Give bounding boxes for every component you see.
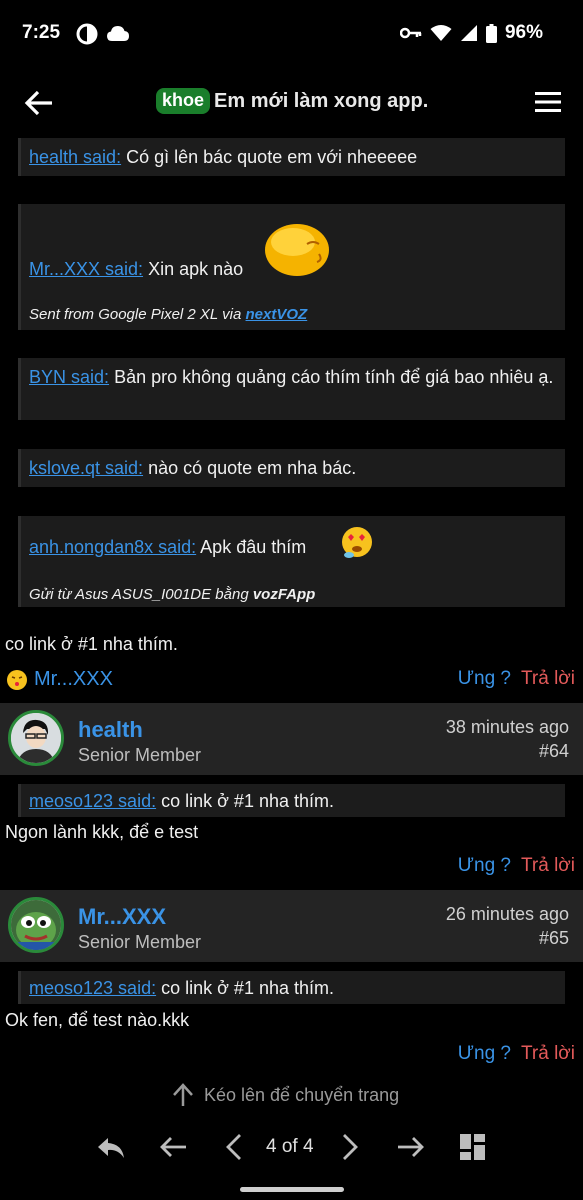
quote-block: meoso123 said: co link ở #1 nha thím. <box>18 784 565 817</box>
circle-half-icon <box>76 23 98 45</box>
status-bar: 7:25 96% <box>0 0 583 68</box>
vpn-key-icon <box>399 26 422 40</box>
pull-hint-text: Kéo lên để chuyển trang <box>204 1084 400 1105</box>
menu-button[interactable] <box>535 91 561 113</box>
quote-author-link[interactable]: BYN said: <box>29 367 109 387</box>
chevron-left-icon <box>226 1134 241 1160</box>
post-timestamp: 26 minutes ago <box>445 904 569 924</box>
page-navigation-bar: 4 of 4 <box>0 1124 583 1168</box>
chevron-right-icon <box>343 1134 358 1160</box>
battery-icon <box>485 23 497 43</box>
reply-button[interactable]: Trả lời <box>521 1043 575 1065</box>
quote-author-link[interactable]: Mr...XXX said: <box>29 259 143 279</box>
quote-block: BYN said: Bản pro không quảng cáo thím t… <box>18 358 565 420</box>
cloud-icon <box>106 25 130 43</box>
status-right-icons: 96% <box>399 22 543 44</box>
quote-author-link[interactable]: meoso123 said: <box>29 978 156 998</box>
last-page-button[interactable] <box>394 1130 428 1164</box>
post-header: health Senior Member 38 minutes ago #64 <box>0 703 583 775</box>
post-actions: Ưng ? Trả lời <box>458 668 575 690</box>
back-button[interactable] <box>22 86 56 120</box>
quote-text: Bản pro không quảng cáo thím tính để giá… <box>114 367 554 387</box>
signature-app-name: vozFApp <box>252 586 316 603</box>
like-button[interactable]: Ưng ? <box>458 668 511 690</box>
post-username[interactable]: health <box>78 717 143 743</box>
post-body-text: co link ở #1 nha thím. <box>5 634 178 654</box>
reaction-user[interactable]: Mr...XXX <box>34 668 113 691</box>
post-number[interactable]: #64 <box>539 741 569 762</box>
quote-text: nào có quote em nha bác. <box>148 458 357 478</box>
quote-block: kslove.qt said: nào có quote em nha bác. <box>18 449 565 487</box>
quote-text: co link ở #1 nha thím. <box>161 791 334 811</box>
hamburger-icon <box>535 92 561 112</box>
reply-button[interactable]: Trả lời <box>521 668 575 690</box>
post-header: Mr...XXX Senior Member 26 minutes ago #6… <box>0 890 583 962</box>
quote-text: Apk đâu thím <box>200 537 307 557</box>
next-page-button[interactable] <box>332 1130 366 1164</box>
arrow-right-icon <box>398 1137 424 1157</box>
home-indicator[interactable] <box>240 1187 344 1192</box>
quote-block: health said: Có gì lên bác quote em với … <box>18 138 565 176</box>
signal-icon <box>460 24 478 42</box>
post-timestamp: 38 minutes ago <box>445 717 569 737</box>
arrow-left-icon <box>160 1137 186 1157</box>
previous-page-button[interactable] <box>218 1130 252 1164</box>
sleepy-emoji-icon <box>263 220 333 278</box>
quote-text: co link ở #1 nha thím. <box>161 978 334 998</box>
quote-text: Có gì lên bác quote em với nheeeee <box>126 147 418 167</box>
post-actions: Ưng ? Trả lời <box>458 1043 575 1065</box>
quote-text: Xin apk nào <box>148 259 244 279</box>
post-signature: Sent from Google Pixel 2 XL via nextVOZ <box>29 306 308 323</box>
quote-block: anh.nongdan8x said: Apk đâu thím Gửi từ … <box>18 516 565 607</box>
post-user-role: Senior Member <box>78 932 202 952</box>
wifi-icon <box>430 24 452 42</box>
dashboard-icon <box>460 1134 485 1160</box>
post-user-role: Senior Member <box>78 745 202 765</box>
reply-button[interactable]: Trả lời <box>521 855 575 877</box>
arrow-left-icon <box>24 90 52 116</box>
pull-to-next-page-hint: Kéo lên để chuyển trang <box>170 1082 399 1108</box>
layout-grid-button[interactable] <box>456 1130 490 1164</box>
battery-percentage: 96% <box>504 22 543 43</box>
quote-block: Mr...XXX said: Xin apk nào Sent from Goo… <box>18 204 565 330</box>
first-page-button[interactable] <box>156 1130 190 1164</box>
signature-app-link[interactable]: nextVOZ <box>246 306 308 323</box>
post-body-text: Ok fen, để test nào.kkk <box>5 1010 190 1030</box>
page-indicator[interactable]: 4 of 4 <box>266 1136 314 1158</box>
thread-title: khoe Em mới làm xong app. <box>156 88 428 114</box>
quote-author-link[interactable]: kslove.qt said: <box>29 458 143 478</box>
avatar[interactable] <box>8 710 64 766</box>
status-time: 7:25 <box>22 22 61 43</box>
love-emoji-icon <box>339 524 375 560</box>
thread-title-text: Em mới làm xong app. <box>214 89 429 112</box>
reaction-summary[interactable]: Mr...XXX <box>6 668 113 691</box>
quote-author-link[interactable]: anh.nongdan8x said: <box>29 537 196 557</box>
post-number[interactable]: #65 <box>539 928 569 949</box>
like-button[interactable]: Ưng ? <box>458 855 511 877</box>
quote-author-link[interactable]: health said: <box>29 147 121 167</box>
quote-author-link[interactable]: meoso123 said: <box>29 791 156 811</box>
post-username[interactable]: Mr...XXX <box>78 904 166 930</box>
reply-thread-button[interactable] <box>94 1130 128 1164</box>
app-bar: khoe Em mới làm xong app. <box>0 68 583 136</box>
quote-block: meoso123 said: co link ở #1 nha thím. <box>18 971 565 1004</box>
arrow-up-icon <box>170 1082 196 1108</box>
post-body-text: Ngon lành kkk, để e test <box>5 822 199 842</box>
kiss-emoji-icon <box>6 669 28 691</box>
like-button[interactable]: Ưng ? <box>458 1043 511 1065</box>
status-left-icons <box>76 23 130 45</box>
thread-tag-badge[interactable]: khoe <box>156 88 211 114</box>
post-actions: Ưng ? Trả lời <box>458 855 575 877</box>
avatar[interactable] <box>8 897 64 953</box>
reply-icon <box>98 1138 124 1158</box>
post-signature: Gửi từ Asus ASUS_I001DE bằng vozFApp <box>29 586 316 603</box>
